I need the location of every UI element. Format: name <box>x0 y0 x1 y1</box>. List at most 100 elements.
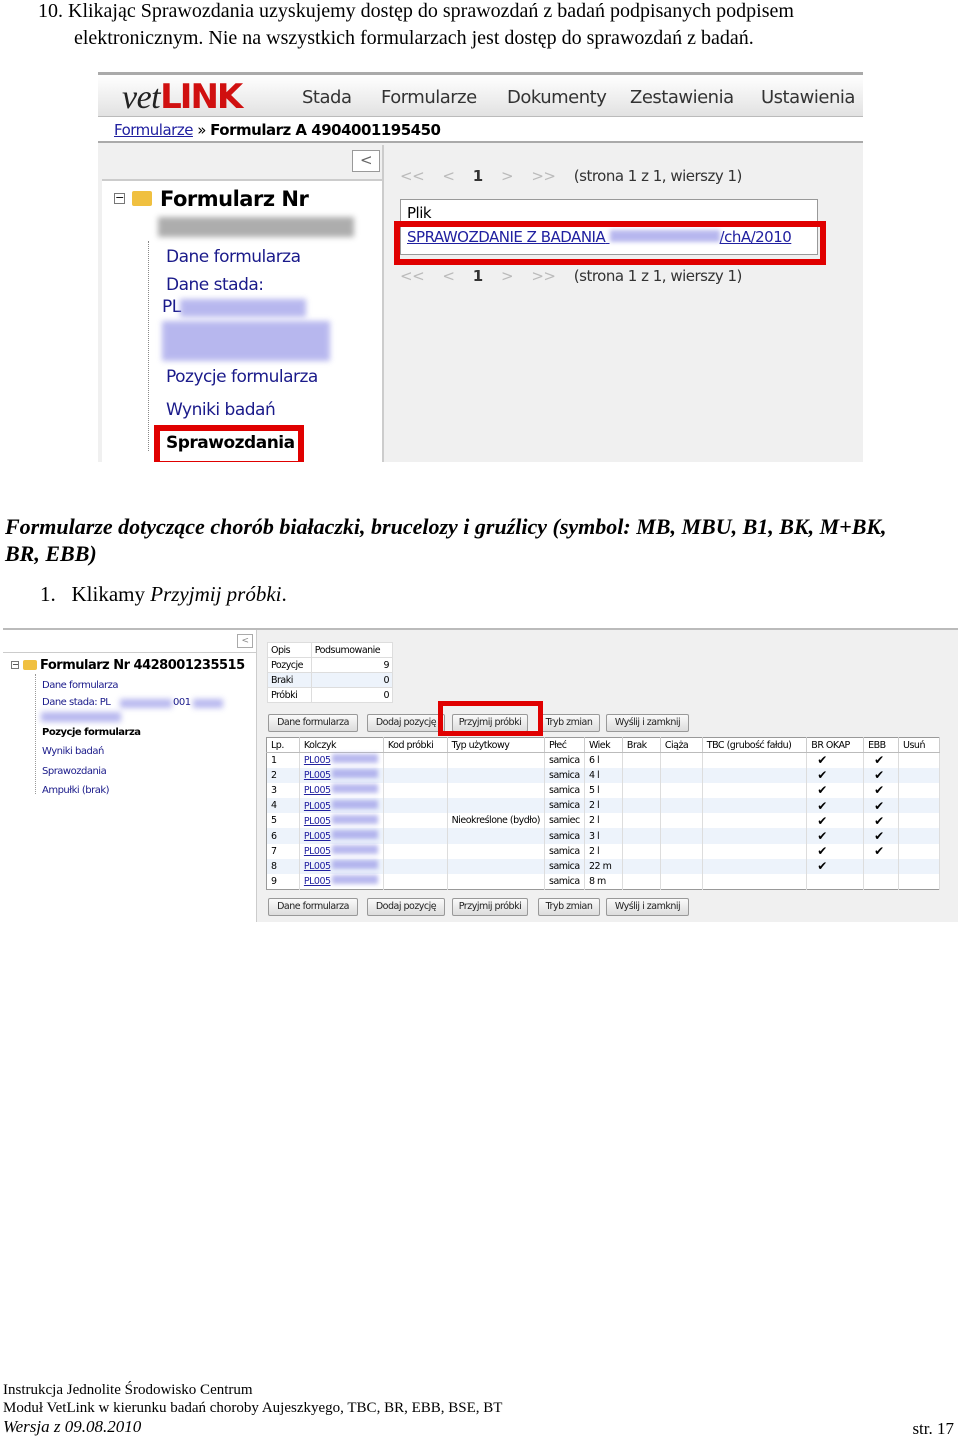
column-header[interactable]: Kod próbki <box>383 737 448 753</box>
menu-stada[interactable]: Stada <box>302 87 352 108</box>
cell-value: ✔ <box>817 753 827 768</box>
column-header[interactable]: TBC (grubość fałdu) <box>702 737 808 753</box>
ear-tag-link[interactable]: PL005 <box>304 876 331 887</box>
cell-value: ✔ <box>817 768 827 783</box>
cell-ebb: ✔ <box>863 798 900 814</box>
screenshot-vetlink-form: < − Formularz Nr 4428001235515 Dane form… <box>3 628 958 922</box>
cell-value: ✔ <box>817 813 827 828</box>
tree-item-wyniki[interactable]: Wyniki badań <box>166 400 276 420</box>
cell-plec: samica <box>544 858 585 874</box>
menu-zestawienia[interactable]: Zestawienia <box>630 87 734 108</box>
cell-empty <box>702 798 808 814</box>
dodaj-pozycje-button[interactable]: Dodaj pozycję <box>367 714 445 732</box>
column-header[interactable]: Typ użytkowy <box>447 737 546 753</box>
tree-item-sprawozdania[interactable]: Sprawozdania <box>42 766 107 777</box>
cell-typ <box>447 752 546 768</box>
tree-item-wyniki[interactable]: Wyniki badań <box>42 746 104 757</box>
cell-empty <box>383 828 448 844</box>
tree-item-dane-formularza[interactable]: Dane formularza <box>42 680 119 691</box>
cell-empty <box>702 828 808 844</box>
dane-formularza-button-bottom[interactable]: Dane formularza <box>268 898 358 916</box>
cell-value: 5 l <box>588 784 600 796</box>
breadcrumb-current: Formularz A 4904001195450 <box>210 121 441 139</box>
cell-value: 4 l <box>588 769 600 781</box>
ear-tag-link[interactable]: PL005 <box>304 861 331 872</box>
tryb-zmian-button-bottom[interactable]: Tryb zmian <box>538 898 600 916</box>
cell-lp: 1 <box>266 752 300 768</box>
cell-value: samica <box>549 860 580 872</box>
cell-empty <box>660 828 703 844</box>
cell-value: 2 <box>271 769 277 781</box>
cell-value: ✔ <box>874 829 884 844</box>
dane-formularza-button[interactable]: Dane formularza <box>268 714 358 732</box>
cell-br: ✔ <box>806 767 865 783</box>
pager-prev[interactable]: < <box>442 167 455 185</box>
column-header[interactable]: Płeć <box>544 737 585 753</box>
cell-empty <box>702 858 808 874</box>
ear-tag-link[interactable]: PL005 <box>304 770 331 781</box>
dodaj-pozycje-button-bottom[interactable]: Dodaj pozycję <box>367 898 445 916</box>
cell-empty <box>622 813 661 829</box>
column-header[interactable]: Wiek <box>584 737 623 753</box>
column-header[interactable]: Ciąża <box>660 737 703 753</box>
tree-item-ampulki[interactable]: Ampułki (brak) <box>42 785 110 796</box>
cell-kolczyk: PL005 <box>299 767 384 783</box>
cell-typ <box>447 782 546 799</box>
tree-expander-icon[interactable]: − <box>11 661 19 669</box>
cell-plec: samica <box>544 782 585 799</box>
cell-empty <box>383 858 448 874</box>
tryb-zmian-button[interactable]: Tryb zmian <box>538 714 600 732</box>
tree-item-dane-stada[interactable]: Dane stada: <box>166 275 264 295</box>
collapse-button[interactable]: < <box>352 150 380 172</box>
column-header[interactable]: BR OKAP <box>806 737 865 753</box>
redacted-number <box>158 217 354 237</box>
pager-last[interactable]: >> <box>531 167 556 185</box>
wyslij-i-zamknij-button[interactable]: Wyślij i zamknij <box>606 714 689 732</box>
collapse-button[interactable]: < <box>237 634 253 648</box>
ear-tag-link[interactable]: PL005 <box>304 831 331 842</box>
ear-tag-link[interactable]: PL005 <box>304 801 331 812</box>
tree-item-pozycje[interactable]: Pozycje formularza <box>166 367 318 387</box>
cell-value: samica <box>549 845 580 857</box>
cell-value: 5 <box>271 815 277 827</box>
column-header[interactable]: Kolczyk <box>299 737 384 753</box>
pager-bottom: << < 1 > >> (strona 1 z 1, wierszy 1) <box>400 267 742 285</box>
breadcrumb-formularze[interactable]: Formularze <box>114 121 193 139</box>
column-header[interactable]: Lp. <box>266 737 300 753</box>
column-header[interactable]: Brak <box>622 737 661 753</box>
cell-value: 8 <box>271 860 277 872</box>
cell-value: samica <box>549 830 580 842</box>
intro-line-1: 10. Klikając Sprawozdania uzyskujemy dos… <box>38 0 794 22</box>
menu-dokumenty[interactable]: Dokumenty <box>507 87 607 108</box>
przyjmij-probki-button-bottom[interactable]: Przyjmij próbki <box>452 898 528 916</box>
column-header[interactable]: Usuń <box>898 737 940 753</box>
ear-tag-link[interactable]: PL005 <box>304 816 331 827</box>
pager-first[interactable]: << <box>400 167 425 185</box>
ear-tag-link[interactable]: PL005 <box>304 755 331 766</box>
tree-item-dane-formularza[interactable]: Dane formularza <box>166 247 301 267</box>
cell-empty <box>898 798 940 814</box>
cell-value: ✔ <box>874 783 884 798</box>
cell-empty <box>622 752 661 768</box>
tree-expander-icon[interactable]: − <box>114 192 125 204</box>
cell-lp: 9 <box>266 874 300 890</box>
tree-item-pozycje[interactable]: Pozycje formularza <box>42 727 141 738</box>
tree-item-dane-stada[interactable]: Dane stada: PL <box>42 697 111 708</box>
section-heading-line-1: Formularze dotyczące chorób białaczki, b… <box>5 514 887 539</box>
cell-wiek: 8 m <box>584 874 623 890</box>
menu-formularze[interactable]: Formularze <box>381 87 477 108</box>
ear-tag-link[interactable]: PL005 <box>304 846 331 857</box>
pager-next[interactable]: > <box>501 167 514 185</box>
cell-empty <box>622 782 661 799</box>
wyslij-i-zamknij-button-bottom[interactable]: Wyślij i zamknij <box>606 898 689 916</box>
menu-ustawienia[interactable]: Ustawienia <box>761 87 855 108</box>
section-heading: Formularze dotyczące chorób białaczki, b… <box>5 513 955 567</box>
cell-empty <box>898 858 940 874</box>
table-row: 1 PL005 samica 6 l ✔ ✔ <box>266 752 940 768</box>
cell-value: samica <box>549 800 580 812</box>
table-row: 6 PL005 samica 3 l ✔ ✔ <box>266 828 940 844</box>
column-header[interactable]: EBB <box>863 737 900 753</box>
breadcrumb: Formularze » Formularz A 4904001195450 <box>98 117 863 143</box>
ear-tag-link[interactable]: PL005 <box>304 785 331 796</box>
cell-empty <box>898 813 940 829</box>
